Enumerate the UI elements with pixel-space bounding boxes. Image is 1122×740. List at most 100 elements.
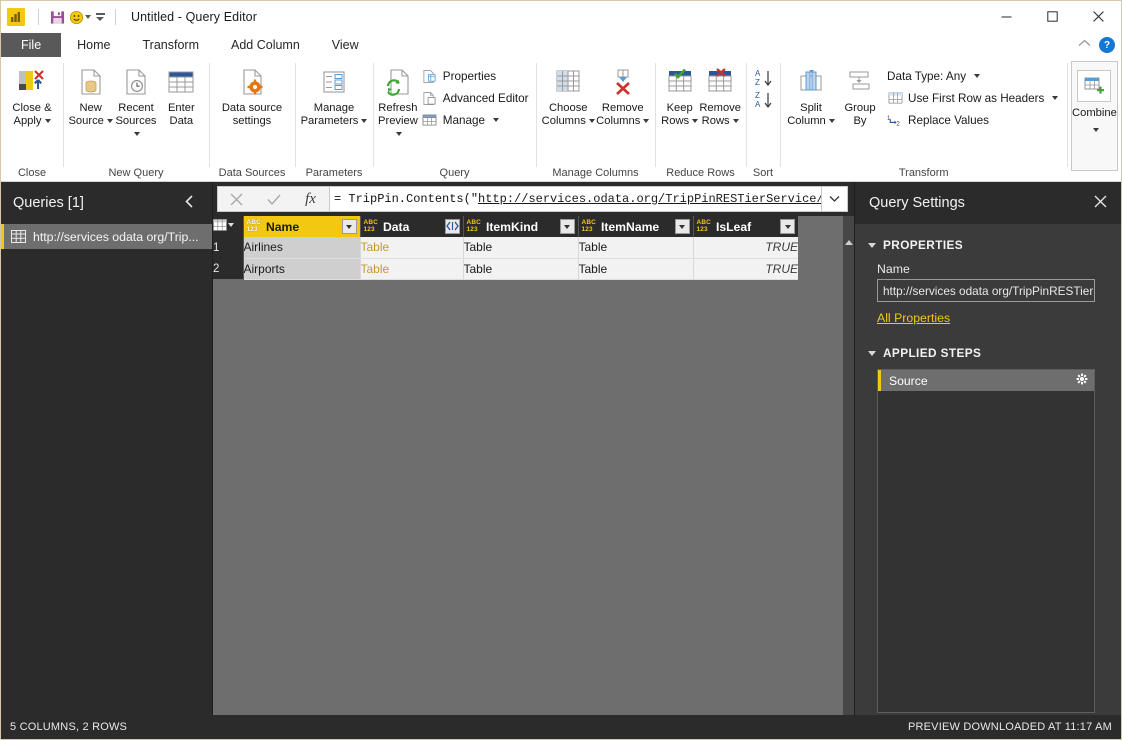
- column-header-data[interactable]: ABC 123 Data: [360, 216, 464, 237]
- close-icon[interactable]: [1094, 195, 1107, 212]
- formula-url-link[interactable]: http://services.odata.org/TripPinRESTier…: [478, 192, 821, 206]
- chevron-down-icon[interactable]: [828, 119, 835, 124]
- formula-cancel-icon[interactable]: [218, 187, 255, 211]
- chevron-down-icon[interactable]: [1092, 127, 1099, 132]
- formula-input[interactable]: = TripPin.Contents(" http://services.odat…: [329, 186, 822, 212]
- cell-itemname[interactable]: Table: [578, 237, 694, 259]
- cell-itemkind[interactable]: Table: [463, 258, 579, 280]
- chevron-down-icon[interactable]: [643, 119, 650, 124]
- manage-parameters-button[interactable]: Manage Parameters: [300, 61, 368, 128]
- manage-button[interactable]: Manage: [418, 109, 533, 131]
- properties-button[interactable]: Properties: [418, 65, 533, 87]
- tab-transform[interactable]: Transform: [127, 33, 216, 57]
- smiley-dropdown-caret[interactable]: [85, 15, 91, 19]
- chevron-down-icon[interactable]: [868, 242, 876, 248]
- cell-isleaf[interactable]: TRUE: [693, 258, 798, 280]
- column-header-name[interactable]: ABC 123 Name: [243, 216, 361, 237]
- refresh-preview-button[interactable]: Refresh Preview: [378, 61, 418, 141]
- tab-add-column[interactable]: Add Column: [215, 33, 316, 57]
- keep-rows-icon: [665, 65, 695, 99]
- select-all-columns-button[interactable]: [213, 216, 244, 237]
- filter-dropdown-itemkind[interactable]: [559, 219, 575, 234]
- save-icon[interactable]: [46, 6, 68, 28]
- help-icon[interactable]: ?: [1099, 37, 1115, 53]
- filter-dropdown-name[interactable]: [341, 219, 357, 234]
- chevron-down-icon[interactable]: [868, 350, 876, 356]
- column-header-isleaf[interactable]: ABC 123 IsLeaf: [693, 216, 798, 237]
- combine-button[interactable]: Combine: [1071, 61, 1118, 171]
- chevron-down-icon[interactable]: [588, 119, 595, 124]
- ribbon-group-data-sources: Data source settings Data Sources: [209, 57, 295, 181]
- window-controls: [983, 1, 1121, 32]
- cell-data[interactable]: Table: [360, 258, 464, 280]
- first-row-headers-button[interactable]: Use First Row as Headers: [883, 87, 1062, 109]
- cell-isleaf[interactable]: TRUE: [693, 237, 798, 259]
- vertical-scrollbar[interactable]: [843, 216, 854, 715]
- scroll-up-arrow-icon[interactable]: [843, 236, 854, 248]
- expand-columns-button[interactable]: [444, 219, 460, 234]
- filter-dropdown-itemname[interactable]: [674, 219, 690, 234]
- chevron-left-icon[interactable]: [179, 193, 200, 213]
- chevron-down-icon[interactable]: [361, 119, 368, 124]
- cell-itemname[interactable]: Table: [578, 258, 694, 280]
- chevron-down-icon[interactable]: [974, 74, 981, 78]
- collapse-ribbon-icon[interactable]: [1078, 39, 1091, 51]
- row-number: 1: [213, 237, 244, 258]
- chevron-down-icon[interactable]: [106, 119, 113, 124]
- keep-rows-button[interactable]: Keep Rows: [660, 61, 699, 128]
- formula-accept-icon[interactable]: [255, 187, 292, 211]
- applied-step-source[interactable]: Source: [878, 370, 1094, 391]
- all-properties-link[interactable]: All Properties: [855, 302, 1121, 325]
- svg-text:Z: Z: [755, 78, 760, 87]
- chevron-down-icon[interactable]: [732, 119, 739, 124]
- formula-expand-icon[interactable]: [822, 186, 848, 212]
- chevron-down-icon[interactable]: [44, 119, 51, 124]
- sort-ascending-button[interactable]: A Z: [751, 67, 777, 89]
- applied-step-label: Source: [889, 373, 928, 388]
- group-label-reduce-rows: Reduce Rows: [666, 167, 735, 179]
- tab-home[interactable]: Home: [61, 33, 127, 57]
- chevron-down-icon[interactable]: [493, 118, 500, 122]
- maximize-button[interactable]: [1029, 1, 1075, 32]
- gear-icon[interactable]: [1076, 373, 1088, 388]
- properties-section-header[interactable]: PROPERTIES: [855, 236, 1121, 254]
- cell-name[interactable]: Airlines: [243, 237, 361, 259]
- data-source-settings-button[interactable]: Data source settings: [214, 61, 290, 128]
- smiley-icon[interactable]: [69, 6, 91, 28]
- remove-columns-button[interactable]: Remove Columns: [596, 61, 651, 128]
- chevron-down-icon[interactable]: [692, 119, 699, 124]
- recent-sources-button[interactable]: Recent Sources: [113, 61, 158, 141]
- new-source-button[interactable]: New Source: [68, 61, 113, 128]
- enter-data-button[interactable]: Enter Data: [159, 61, 204, 128]
- table-row[interactable]: 1 Airlines Table Table Table TRUE: [213, 237, 798, 259]
- minimize-button[interactable]: [983, 1, 1029, 32]
- advanced-editor-button[interactable]: Advanced Editor: [418, 87, 533, 109]
- sidebar-item-query[interactable]: http://services odata org/Trip...: [1, 224, 212, 249]
- name-input[interactable]: http://services odata org/TripPinRESTier…: [877, 279, 1095, 302]
- remove-rows-button[interactable]: Remove Rows: [699, 61, 741, 128]
- cell-data[interactable]: Table: [360, 237, 464, 259]
- replace-values-button[interactable]: 1 2 Replace Values: [883, 109, 1062, 131]
- name-field-label: Name: [877, 262, 910, 276]
- chevron-down-icon[interactable]: [1052, 96, 1059, 100]
- split-column-button[interactable]: Split Column: [785, 61, 837, 128]
- applied-steps-section-header[interactable]: APPLIED STEPS: [855, 344, 1121, 362]
- close-and-apply-button[interactable]: Close & Apply: [6, 61, 58, 128]
- tab-view[interactable]: View: [316, 33, 375, 57]
- cell-name[interactable]: Airports: [243, 258, 361, 280]
- chevron-down-icon[interactable]: [134, 132, 141, 137]
- sort-descending-button[interactable]: Z A: [751, 89, 777, 111]
- data-type-button[interactable]: Data Type: Any: [883, 65, 1062, 87]
- column-header-itemkind[interactable]: ABC 123 ItemKind: [463, 216, 579, 237]
- close-button[interactable]: [1075, 1, 1121, 32]
- column-header-itemname[interactable]: ABC 123 ItemName: [578, 216, 694, 237]
- chevron-down-icon[interactable]: [396, 132, 403, 137]
- cell-itemkind[interactable]: Table: [463, 237, 579, 259]
- filter-dropdown-isleaf[interactable]: [780, 219, 795, 234]
- group-by-button[interactable]: Group By: [837, 61, 883, 128]
- table-row[interactable]: 2 Airports Table Table Table TRUE: [213, 258, 798, 280]
- fx-icon[interactable]: fx: [292, 187, 329, 211]
- qat-overflow-icon[interactable]: [92, 6, 108, 28]
- choose-columns-button[interactable]: Choose Columns: [541, 61, 596, 128]
- tab-file[interactable]: File: [1, 33, 62, 57]
